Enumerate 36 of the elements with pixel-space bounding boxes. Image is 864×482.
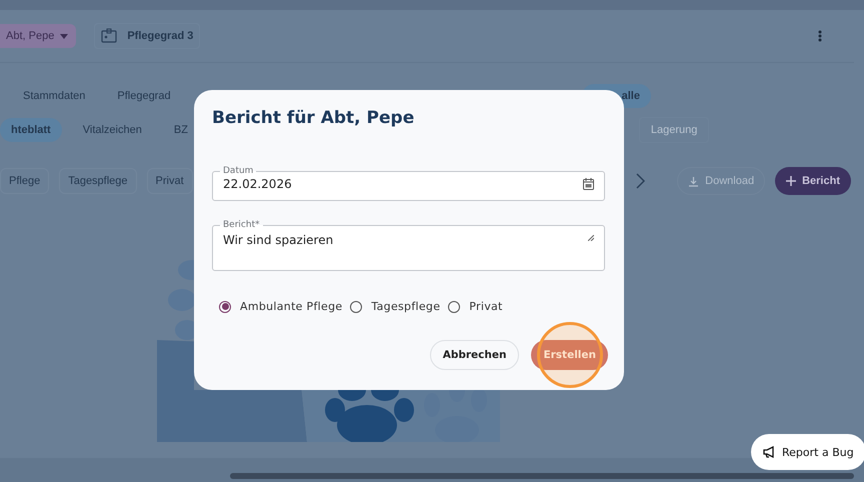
id-card-icon xyxy=(101,28,118,44)
field-value: Wir sind spazieren xyxy=(223,233,334,247)
report-text-area[interactable]: Bericht* Wir sind spazieren xyxy=(212,219,605,271)
radio-label[interactable]: Ambulante Pflege xyxy=(240,300,342,313)
caret-icon xyxy=(60,34,68,38)
date-field[interactable]: Datum 22.02.2026 xyxy=(212,165,605,201)
radio-label[interactable]: Privat xyxy=(469,300,503,313)
field-label: Datum xyxy=(222,165,254,177)
filter-chip[interactable]: Tagespflege xyxy=(59,168,137,194)
dialog-title: Bericht für Abt, Pepe xyxy=(212,108,416,128)
create-button[interactable]: Erstellen xyxy=(531,340,608,370)
tab[interactable]: hteblatt xyxy=(0,118,62,142)
add-report-button[interactable]: Bericht xyxy=(775,167,851,195)
patient-select[interactable]: Abt, Pepe xyxy=(0,24,76,48)
cancel-button[interactable]: Abbrechen xyxy=(430,340,520,370)
calendar-icon[interactable] xyxy=(583,178,594,190)
chevron-right-icon[interactable] xyxy=(635,173,646,189)
radio-button[interactable] xyxy=(448,300,460,312)
filter-chip[interactable]: Pflege xyxy=(0,168,50,194)
radio-label[interactable]: Tagespflege xyxy=(371,300,440,313)
tab[interactable]: Stammdaten xyxy=(12,84,96,108)
scrollbar[interactable] xyxy=(230,473,854,479)
megaphone-icon xyxy=(763,446,776,458)
resize-handle-icon[interactable] xyxy=(588,235,594,241)
plus-icon xyxy=(786,176,796,186)
more-menu-icon[interactable] xyxy=(818,30,822,42)
tab[interactable]: Pflegegrad xyxy=(106,84,182,108)
field-value: 22.02.2026 xyxy=(223,177,292,191)
tab[interactable]: Vitalzeichen xyxy=(72,118,153,142)
report-bug-button[interactable]: Report a Bug xyxy=(751,434,864,470)
field-label: Bericht* xyxy=(222,219,261,231)
radio-button[interactable] xyxy=(350,300,362,312)
filter-chip[interactable]: Privat xyxy=(146,168,193,194)
download-icon xyxy=(688,176,700,186)
radio-button[interactable] xyxy=(219,300,231,312)
care-level-label: Pflegegrad 3 xyxy=(127,30,194,42)
